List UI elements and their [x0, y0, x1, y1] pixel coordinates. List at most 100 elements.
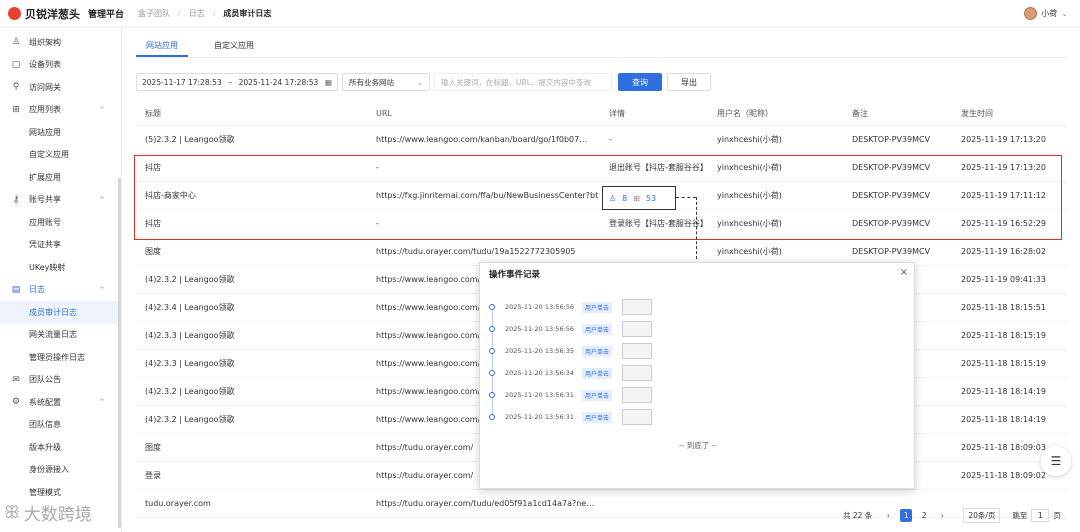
- cell-url: https://www.leangoo.com/kanban/board/go/…: [376, 135, 588, 144]
- tab-custom-apps[interactable]: 自定义应用: [204, 36, 264, 57]
- tab-web-apps[interactable]: 网站应用: [136, 36, 188, 57]
- calendar-icon: ▦: [324, 77, 332, 87]
- export-button[interactable]: 导出: [667, 73, 711, 91]
- chevron-up-icon: ^: [99, 195, 105, 204]
- detail-counts[interactable]: ♙ 8 ⊞ 53: [602, 186, 676, 210]
- cell-title: (4)2.3.2 | Leangoo领歌: [145, 387, 235, 396]
- timeline-event[interactable]: 2025-11-20 13:56:35 用户单击: [489, 343, 653, 359]
- timeline-event[interactable]: 2025-11-20 13:56:56 用户单击: [489, 321, 653, 337]
- sidebar-item-gateway-traffic[interactable]: 网关流量日志: [0, 324, 121, 347]
- sidebar-item-app-accounts[interactable]: 应用账号: [0, 211, 121, 234]
- sidebar-item-ukey[interactable]: UKey映射: [0, 256, 121, 279]
- sidebar-item-extension-apps[interactable]: 扩展应用: [0, 166, 121, 189]
- timeline-event[interactable]: 2025-11-20 13:56:31 用户单击: [489, 409, 653, 425]
- user-menu[interactable]: 小荷 ⌄: [1024, 7, 1068, 20]
- timeline-event[interactable]: 2025-11-20 13:56:34 用户单击: [489, 365, 653, 381]
- watermark: ꕥ 大数跨境: [4, 500, 92, 526]
- chevron-down-icon: ⌄: [416, 77, 423, 87]
- cell-user: yinxhceshi(小荷): [717, 247, 782, 256]
- sidebar-item-settings[interactable]: ⚙ 系统配置 ^: [0, 391, 121, 414]
- breadcrumb-log[interactable]: 日志: [189, 8, 205, 19]
- sidebar-item-account-share[interactable]: ⚷ 账号共享 ^: [0, 189, 121, 212]
- end-date: 2025-11-24 17:28:53: [238, 77, 319, 87]
- sidebar-item-label: 设备列表: [29, 60, 61, 70]
- sidebar-item-devices[interactable]: ▢ 设备列表: [0, 54, 121, 77]
- event-tag: 用户单击: [582, 367, 613, 379]
- sidebar-item-team-info[interactable]: 团队信息: [0, 414, 121, 437]
- sidebar-item-identity-source[interactable]: 身份源接入: [0, 459, 121, 482]
- timeline-event[interactable]: 2025-11-20 13:56:56 用户单击: [489, 299, 653, 315]
- event-screenshot-thumb[interactable]: [622, 387, 653, 403]
- sidebar-item-apps[interactable]: ⊞ 应用列表 ^: [0, 99, 121, 122]
- detail-count-right: 53: [645, 193, 657, 203]
- connector-line: [696, 197, 697, 259]
- cell-title: 登录: [145, 471, 161, 480]
- page-2[interactable]: 2: [918, 509, 930, 522]
- sidebar-item-admin-ops[interactable]: 管理员操作日志: [0, 346, 121, 369]
- modal-title: 操作事件记录: [489, 270, 541, 280]
- cell-title: tudu.orayer.com: [145, 499, 211, 508]
- event-screenshot-thumb[interactable]: [622, 299, 653, 315]
- cell-title: (4)2.3.4 | Leangoo领歌: [145, 303, 235, 312]
- cell-url: https://tudu.orayer.com/tudu/ed05f91a1cd…: [376, 499, 595, 508]
- cell-time: 2025-11-18 18:14:19: [961, 415, 1046, 424]
- event-screenshot-thumb[interactable]: [622, 409, 653, 425]
- table-row[interactable]: (5)2.3.2 | Leangoo领歌 https://www.leangoo.…: [136, 126, 1066, 154]
- sidebar-item-label: 访问网关: [29, 82, 61, 92]
- sidebar-item-custom-apps[interactable]: 自定义应用: [0, 144, 121, 167]
- query-button[interactable]: 查询: [618, 73, 662, 91]
- close-icon[interactable]: ×: [900, 267, 908, 278]
- platform-title: 管理平台: [88, 10, 125, 20]
- sidebar-item-upgrade[interactable]: 版本升级: [0, 436, 121, 459]
- jump-input[interactable]: 1: [1031, 509, 1050, 522]
- logo[interactable]: 贝锐洋葱头: [8, 6, 80, 22]
- next-page-icon[interactable]: ›: [936, 509, 948, 522]
- avatar: [1024, 7, 1038, 20]
- cell-note: DESKTOP-PV39MCV: [852, 247, 931, 256]
- page-1[interactable]: 1: [900, 509, 913, 522]
- sidebar-item-gateway[interactable]: ⚲ 访问网关: [0, 76, 121, 99]
- page-size-select[interactable]: 20条/页: [963, 508, 1001, 523]
- col-url-header: URL: [376, 109, 392, 118]
- event-time: 2025-11-20 13:56:31: [505, 413, 575, 421]
- start-date: 2025-11-17 17:28:53: [142, 77, 222, 87]
- event-tag: 用户单击: [582, 345, 613, 357]
- sidebar-scrollbar[interactable]: [118, 178, 121, 528]
- filter-bar: 2025-11-17 17:28:53 – 2025-11-24 17:28:5…: [136, 73, 711, 91]
- col-user-header: 用户名（昵称）: [717, 109, 773, 118]
- cell-time: 2025-11-19 16:28:02: [961, 247, 1046, 256]
- date-range-picker[interactable]: 2025-11-17 17:28:53 – 2025-11-24 17:28:5…: [136, 73, 338, 91]
- site-select[interactable]: 所有业务网站 ⌄: [342, 73, 430, 91]
- event-screenshot-thumb[interactable]: [622, 343, 653, 359]
- sidebar: ♙ 组织架构 ▢ 设备列表 ⚲ 访问网关 ⊞ 应用列表 ^ 网站应用 自定义应用 扩展应用…: [0, 28, 122, 532]
- event-time: 2025-11-20 13:56:56: [505, 303, 575, 311]
- org-icon: ♙: [11, 37, 21, 48]
- sidebar-item-web-apps[interactable]: 网站应用: [0, 121, 121, 144]
- chevron-up-icon: ^: [99, 398, 105, 407]
- event-screenshot-thumb[interactable]: [622, 365, 653, 381]
- sidebar-item-logs[interactable]: ▤ 日志 ^: [0, 279, 121, 302]
- cell-url: https://tudu.orayer.com/tudu/19a15227723…: [376, 247, 576, 256]
- sidebar-item-member-audit[interactable]: 成员审计日志: [0, 301, 121, 324]
- sidebar-item-announcement[interactable]: ✉ 团队公告: [0, 369, 121, 392]
- user-name: 小荷: [1041, 9, 1058, 18]
- breadcrumb-team[interactable]: 盒子团队: [138, 8, 170, 19]
- prev-page-icon[interactable]: ‹: [882, 509, 894, 522]
- cell-title: (4)2.3.3 | Leangoo领歌: [145, 359, 235, 368]
- list-menu-button[interactable]: ☰: [1041, 446, 1071, 476]
- timeline-event[interactable]: 2025-11-20 13:56:31 用户单击: [489, 387, 653, 403]
- sidebar-item-org[interactable]: ♙ 组织架构: [0, 31, 121, 54]
- chevron-down-icon: ⌄: [1061, 9, 1068, 18]
- sidebar-item-credential-share[interactable]: 凭证共享: [0, 234, 121, 257]
- event-tag: 用户单击: [582, 411, 613, 423]
- sidebar-item-label: 账号共享: [29, 195, 61, 205]
- cell-title: (4)2.3.3 | Leangoo领歌: [145, 331, 235, 340]
- event-screenshot-thumb[interactable]: [622, 321, 653, 337]
- sidebar-item-label: 组织架构: [29, 37, 61, 47]
- cell-detail: -: [609, 135, 612, 144]
- cell-user: yinxhceshi(小荷): [717, 135, 782, 144]
- chevron-up-icon: ^: [99, 105, 105, 114]
- search-input[interactable]: 输入关键词，在标题、URL、提交内容中查询: [434, 73, 612, 91]
- gateway-icon: ⚲: [12, 82, 20, 93]
- cell-time: 2025-11-19 09:41:33: [961, 275, 1046, 284]
